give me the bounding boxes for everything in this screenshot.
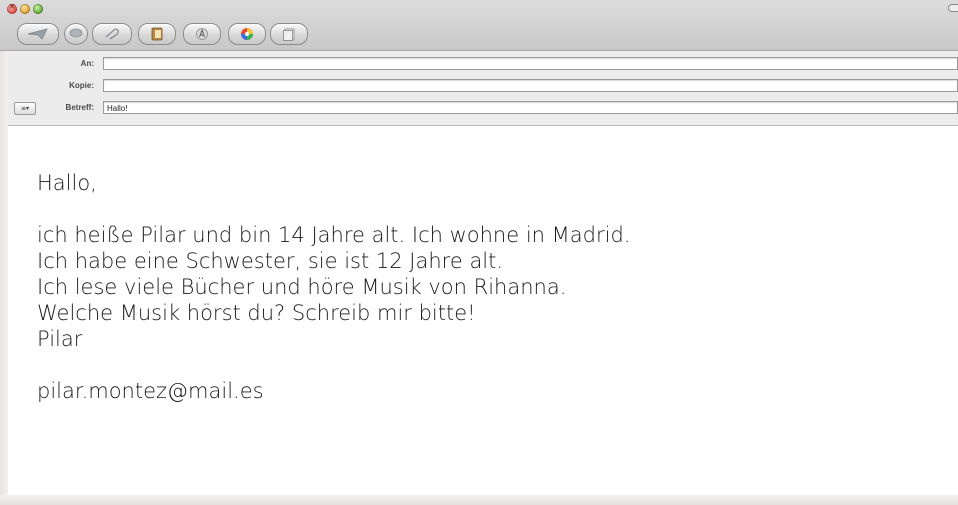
colors-button[interactable] (228, 23, 266, 45)
stationery-button[interactable] (270, 23, 308, 45)
window-frame-left (0, 0, 8, 505)
stationery-icon (283, 28, 295, 41)
cc-label: Kopie: (69, 81, 94, 90)
signature-name: Pilar (37, 327, 83, 351)
zoom-window-button[interactable] (33, 4, 43, 14)
toolbar-toggle-button[interactable] (948, 4, 958, 12)
signature-email: pilar.montez@mail.es (37, 379, 264, 403)
body-line: Ich lese viele Bücher und höre Musik von… (37, 275, 567, 299)
attach-button[interactable] (92, 23, 132, 45)
close-icon: × (8, 2, 16, 12)
subject-label: Betreff: (65, 103, 94, 112)
paperclip-icon (105, 28, 119, 40)
message-header: An: Kopie: ≡▾ Betreff: Hallo! (8, 51, 958, 126)
greeting-line: Hallo, (37, 171, 97, 195)
to-label: An: (80, 59, 94, 68)
message-body[interactable]: Hallo, ich heiße Pilar und bin 14 Jahre … (37, 170, 937, 404)
chat-button[interactable] (64, 23, 88, 45)
cc-field[interactable] (103, 79, 958, 92)
toolbar: × (0, 0, 958, 51)
mail-compose-window: × An: Kopie: ≡▾ Betreff: Hallo! Hallo, i… (0, 0, 958, 505)
color-wheel-icon (241, 28, 253, 40)
address-book-icon (151, 27, 163, 41)
close-window-button[interactable]: × (7, 2, 17, 14)
cc-row: Kopie: (8, 77, 958, 94)
subject-row: ≡▾ Betreff: Hallo! (8, 99, 958, 116)
minimize-window-button[interactable] (20, 4, 30, 14)
send-button[interactable] (17, 23, 59, 45)
to-row: An: (8, 55, 958, 72)
address-book-button[interactable] (138, 23, 176, 45)
window-frame-bottom (0, 495, 958, 505)
subject-field[interactable]: Hallo! (103, 101, 958, 114)
body-line: Welche Musik hörst du? Schreib mir bitte… (37, 301, 476, 325)
body-line: ich heiße Pilar und bin 14 Jahre alt. Ic… (37, 223, 631, 247)
fonts-button[interactable] (183, 23, 221, 45)
chat-bubble-icon (69, 28, 83, 38)
fonts-icon (196, 28, 208, 40)
body-line: Ich habe eine Schwester, sie ist 12 Jahr… (37, 249, 504, 273)
to-field[interactable] (103, 57, 958, 70)
send-icon (27, 28, 48, 40)
